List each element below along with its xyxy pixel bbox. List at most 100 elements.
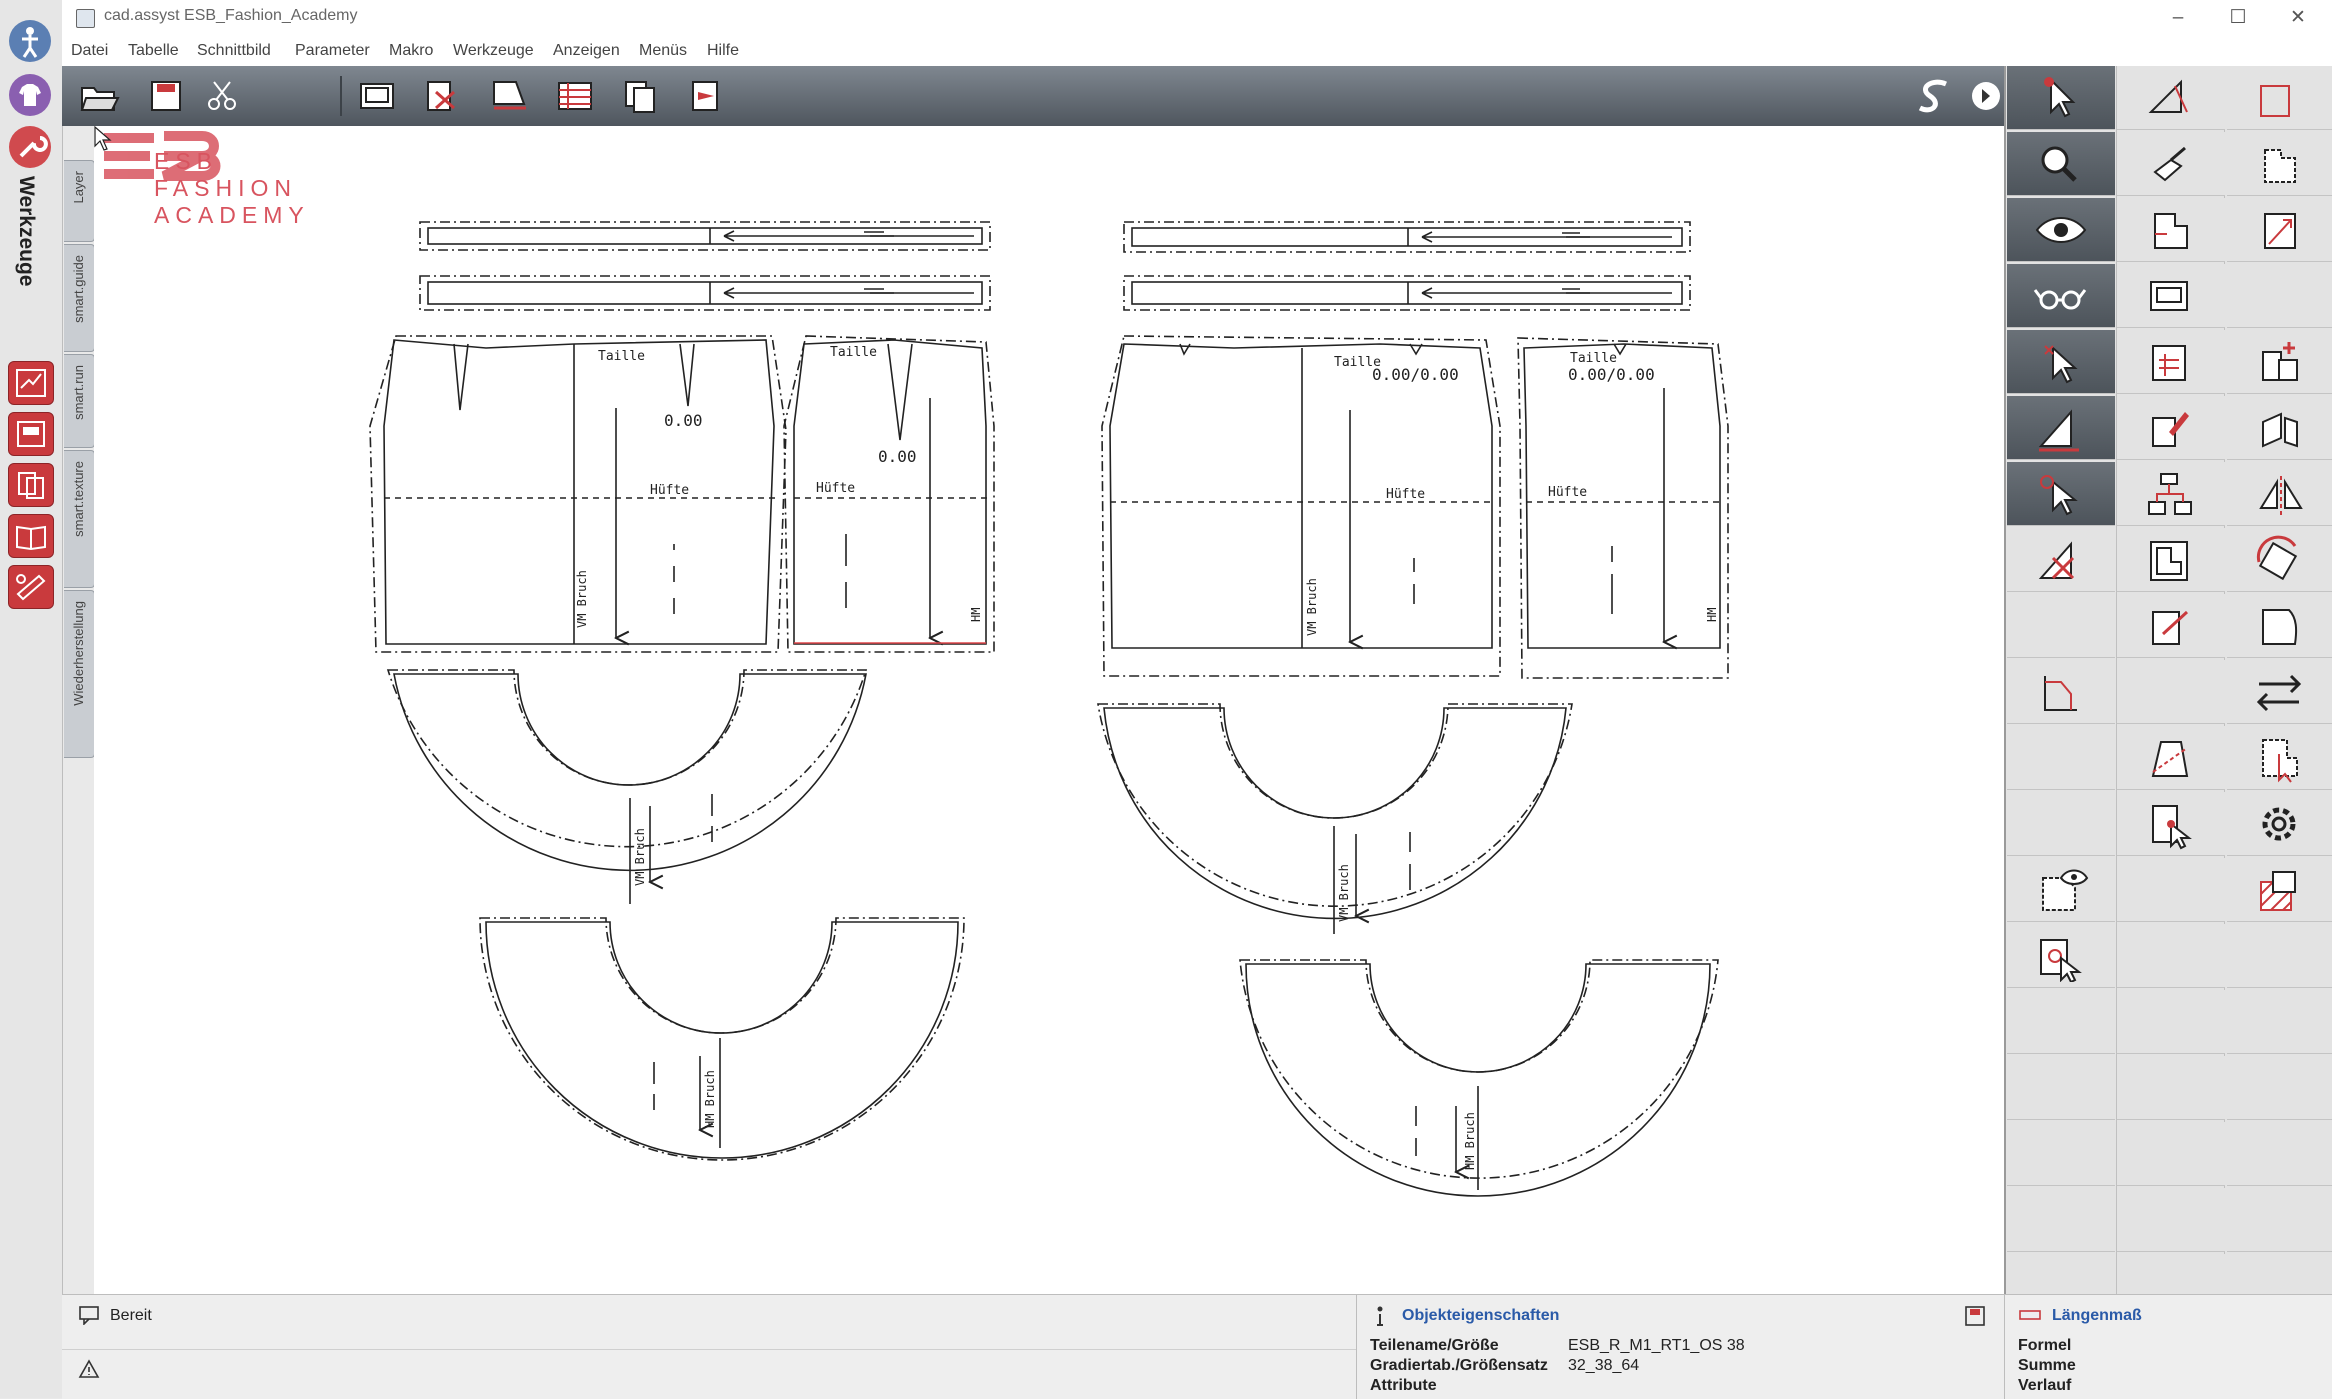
curve-piece-icon [2262, 609, 2298, 645]
drawing-canvas[interactable]: Taille Taille Taille Taille Hüfte Hüfte … [94, 126, 2004, 1294]
tool-button[interactable] [2117, 132, 2225, 196]
minimize-button[interactable]: – [2158, 4, 2198, 32]
menu-tabelle[interactable]: Tabelle [128, 42, 179, 60]
measure-tool-icon[interactable] [8, 565, 54, 609]
tool-slot-empty [2117, 858, 2225, 922]
tool-button[interactable] [2117, 726, 2225, 790]
tab-layer[interactable]: Layer [64, 160, 95, 242]
construction-tool-icon [2148, 79, 2188, 113]
save-properties-icon[interactable] [1964, 1305, 1986, 1327]
tool-button[interactable] [2227, 66, 2332, 130]
label-taille: Taille [1570, 351, 1617, 366]
edit-piece-icon [2152, 412, 2189, 447]
save-file-icon[interactable] [144, 74, 190, 118]
label-hm-bruch: HM Bruch [1463, 1112, 1477, 1170]
select-gear-icon [2040, 475, 2078, 516]
grading-tool-icon[interactable] [8, 361, 54, 405]
tab-wiederherstellung[interactable]: Wiederherstellung [64, 590, 95, 758]
object-properties-title: Objekteigenschaften [1402, 1307, 1560, 1324]
seam-icon[interactable] [486, 74, 532, 118]
tab-smart-texture[interactable]: smart.texture [64, 450, 95, 588]
status-text: Bereit [110, 1307, 152, 1324]
tool-button[interactable] [2227, 462, 2332, 526]
book-tool-icon[interactable] [8, 514, 54, 558]
delete-piece-icon[interactable] [420, 74, 466, 118]
menu-makro[interactable]: Makro [389, 42, 433, 60]
tool-button[interactable] [2227, 858, 2332, 922]
open-file-icon[interactable] [76, 74, 122, 118]
tool-slot-empty [2007, 1122, 2115, 1186]
collapse-arrow-icon[interactable] [1966, 74, 2000, 118]
tool-button[interactable] [2117, 396, 2225, 460]
cut-icon[interactable] [200, 74, 246, 118]
menu-parameter[interactable]: Parameter [295, 42, 370, 60]
menu-werkzeuge[interactable]: Werkzeuge [453, 42, 534, 60]
tool-button[interactable] [2007, 66, 2115, 130]
info-icon [1377, 1306, 1383, 1326]
table-piece-icon [2152, 345, 2186, 381]
label-hm: HM [1705, 608, 1719, 622]
tool-button[interactable] [2007, 132, 2115, 196]
tool-button[interactable] [2227, 792, 2332, 856]
close-button[interactable]: ✕ [2278, 4, 2318, 32]
menu-datei[interactable]: Datei [71, 42, 108, 60]
tool-button[interactable] [2007, 396, 2115, 460]
menu-hilfe[interactable]: Hilfe [707, 42, 739, 60]
tool-slot-empty [2007, 990, 2115, 1054]
tool-button[interactable] [2117, 462, 2225, 526]
plot-tool-icon[interactable] [8, 412, 54, 456]
tool-button[interactable] [2007, 462, 2115, 526]
tool-button[interactable] [2227, 330, 2332, 394]
tool-button[interactable] [2007, 198, 2115, 262]
label-huefte: Hüfte [650, 483, 689, 498]
tool-button[interactable] [2007, 528, 2115, 592]
shirt-icon[interactable] [9, 74, 51, 116]
tab-smart-run[interactable]: smart.run [64, 354, 95, 448]
piece-copy-tool-icon[interactable] [8, 463, 54, 507]
tool-button[interactable] [2227, 594, 2332, 658]
tool-button[interactable] [2007, 264, 2115, 328]
menu-menues[interactable]: Menüs [639, 42, 687, 60]
tool-button[interactable] [2117, 198, 2225, 262]
table-icon[interactable] [552, 74, 598, 118]
tool-slot-empty [2227, 924, 2332, 988]
plotter-frame-icon [2150, 281, 2188, 311]
tool-button[interactable] [2117, 594, 2225, 658]
tool-button[interactable] [2117, 792, 2225, 856]
main-toolbar [62, 66, 2004, 126]
tool-button[interactable] [2007, 660, 2115, 724]
figure-icon[interactable] [9, 20, 51, 62]
tool-button[interactable] [2227, 528, 2332, 592]
tab-smart-guide[interactable]: smart.guide [64, 244, 95, 352]
edit-note-icon [2152, 610, 2189, 645]
tool-button[interactable] [2227, 132, 2332, 196]
waistband-piece [419, 275, 991, 311]
stamp-icon [2153, 146, 2186, 182]
measure-row: Verlauf [2018, 1377, 2072, 1394]
werkzeuge-label: Werkzeuge [15, 176, 38, 287]
export-icon[interactable] [684, 74, 730, 118]
menu-schnittbild[interactable]: Schnittbild [197, 42, 271, 60]
message-icon [79, 1306, 99, 1325]
glasses-icon [2033, 289, 2087, 310]
tool-button[interactable] [2227, 198, 2332, 262]
menu-anzeigen[interactable]: Anzeigen [553, 42, 620, 60]
value-zero: 0.00 [664, 411, 703, 430]
tool-button[interactable] [2007, 330, 2115, 394]
copy-icon[interactable] [618, 74, 664, 118]
wrench-icon[interactable] [9, 126, 51, 168]
swap-arrows-icon [2256, 674, 2302, 712]
tool-button[interactable] [2227, 396, 2332, 460]
plotter-icon[interactable] [354, 74, 400, 118]
tool-button[interactable] [2227, 660, 2332, 724]
tool-button[interactable] [2227, 726, 2332, 790]
maximize-button[interactable]: ☐ [2218, 4, 2258, 32]
tool-button[interactable] [2117, 330, 2225, 394]
tool-button[interactable] [2117, 264, 2225, 328]
tool-button[interactable] [2117, 528, 2225, 592]
tool-button[interactable] [2007, 924, 2115, 988]
tool-button[interactable] [2117, 66, 2225, 130]
tool-button[interactable] [2007, 858, 2115, 922]
window-title: cad.assyst ESB_Fashion_Academy [104, 7, 358, 24]
tool-slot-empty [2227, 1122, 2332, 1186]
